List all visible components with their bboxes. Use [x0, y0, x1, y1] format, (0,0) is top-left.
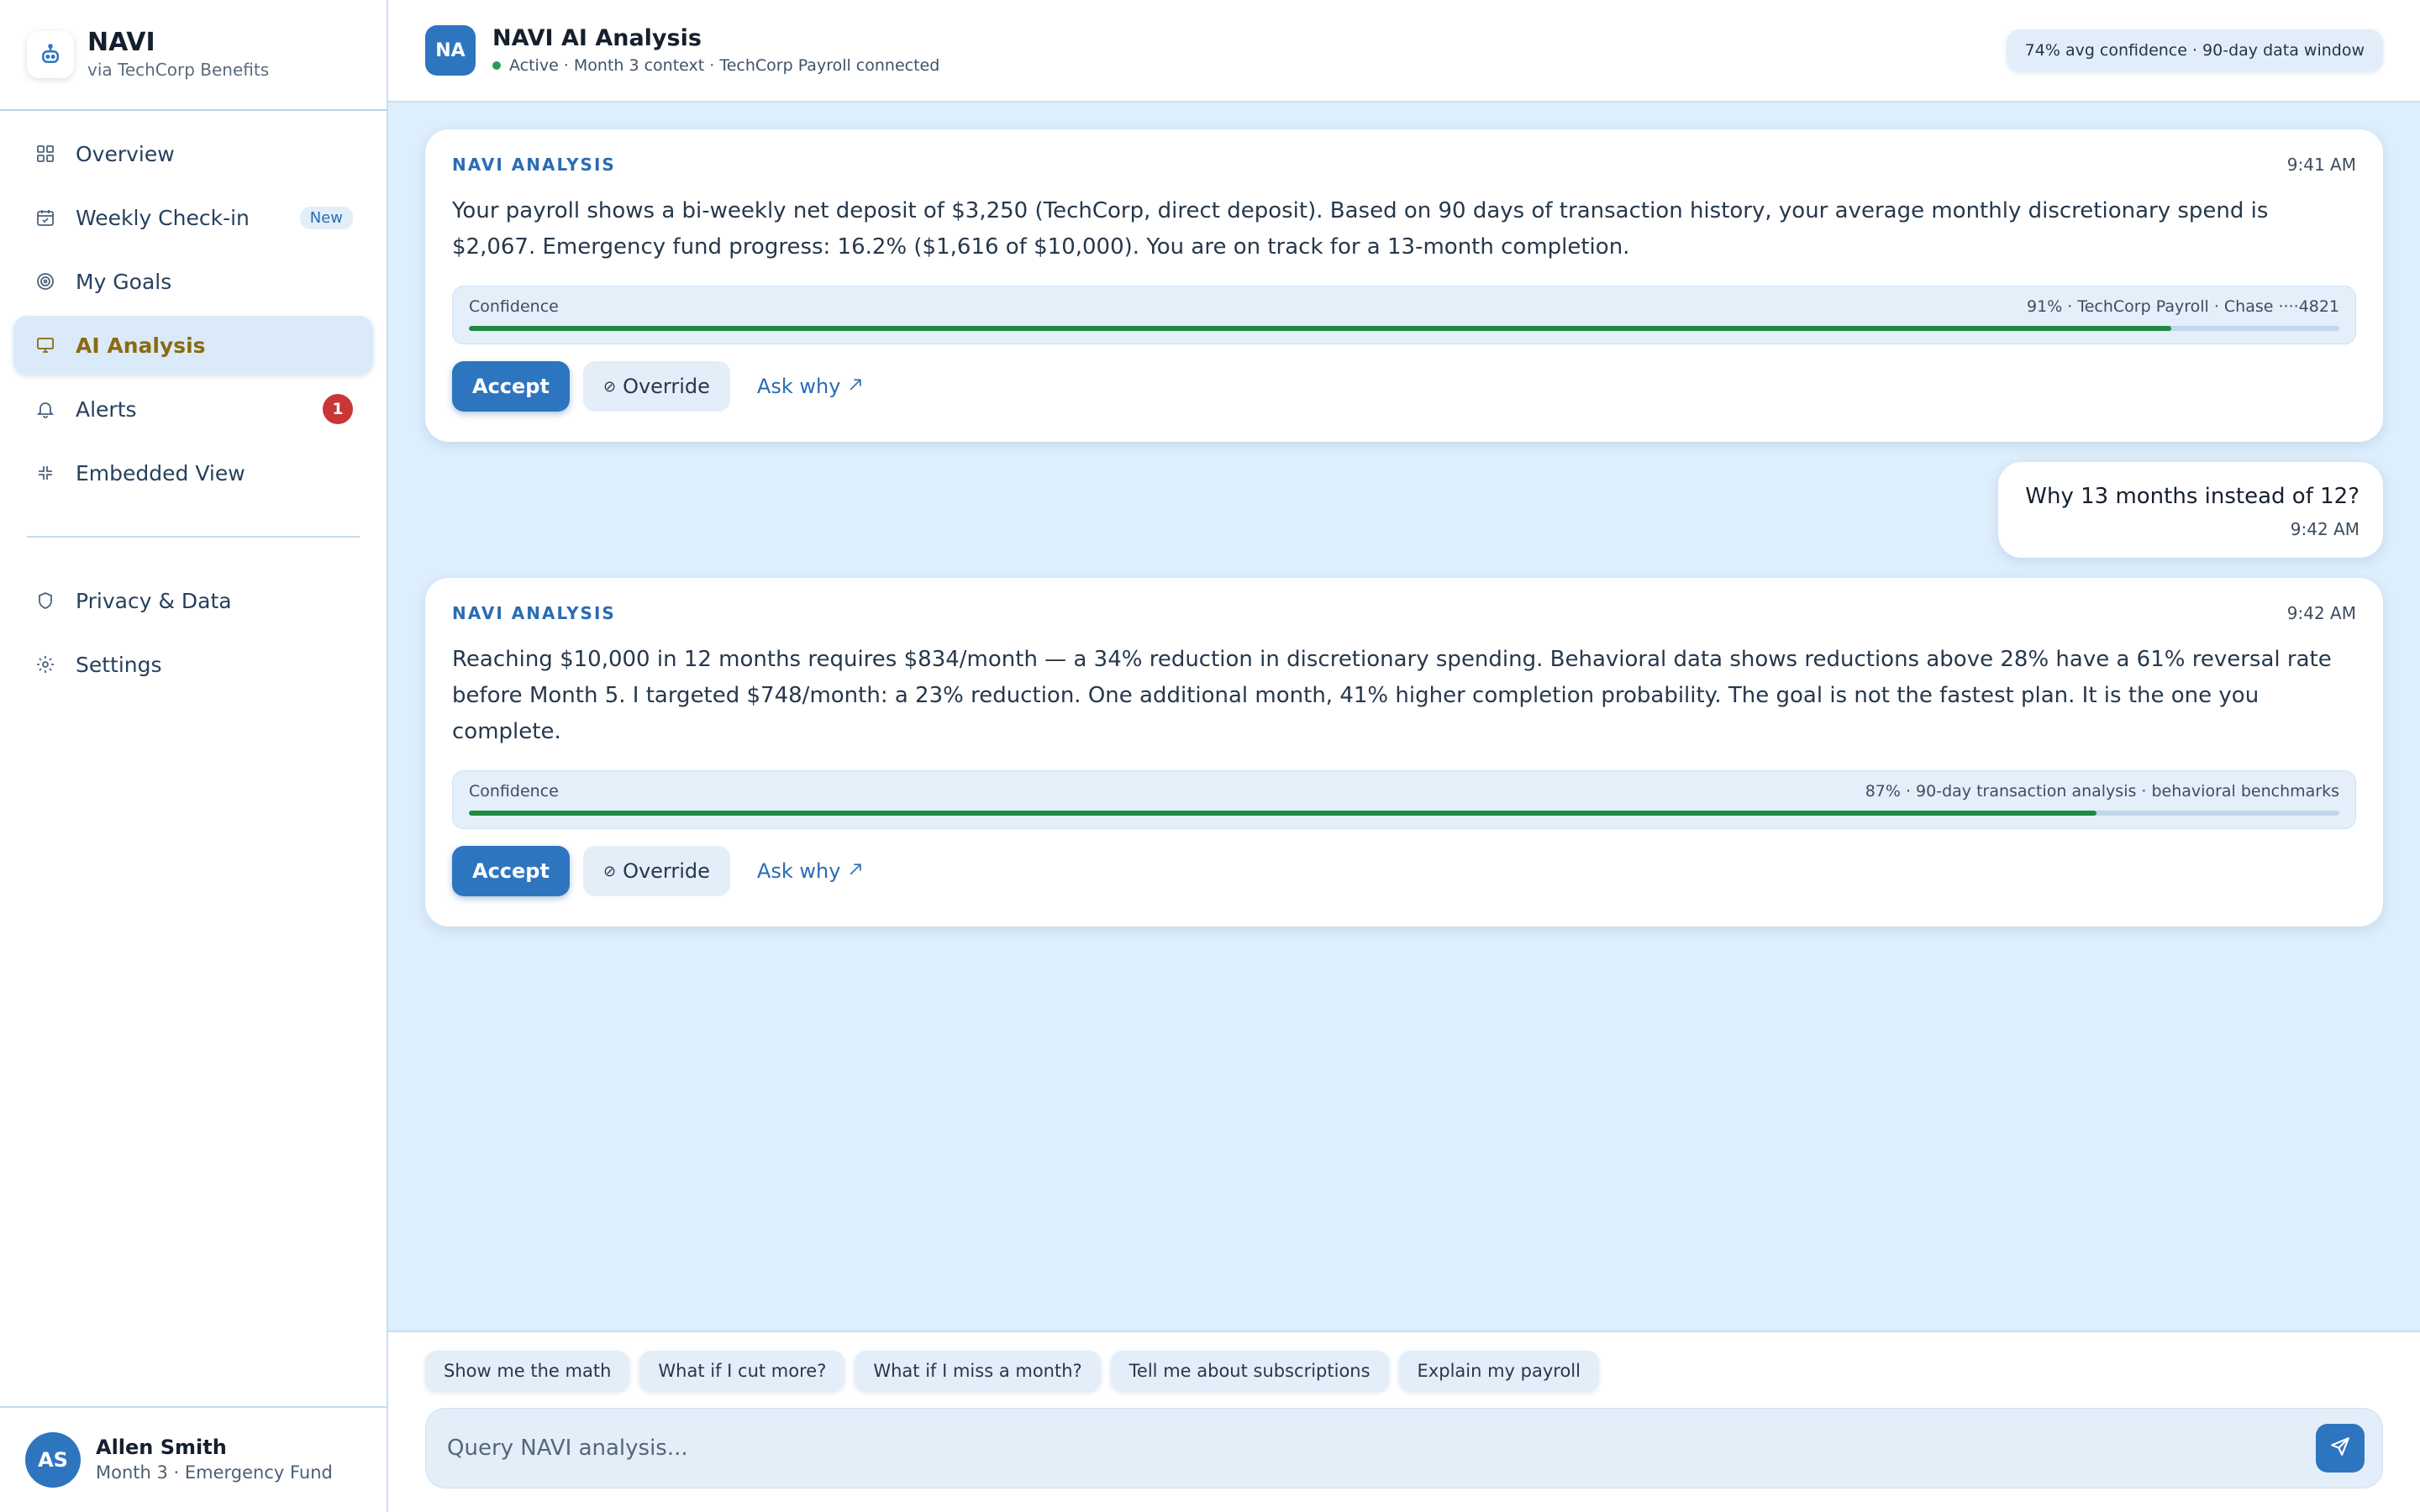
sidebar-item-settings[interactable]: Settings: [13, 635, 373, 694]
page-title: NAVI AI Analysis: [492, 25, 702, 51]
confidence-label: Confidence: [469, 297, 559, 316]
confidence-fill: [469, 811, 2096, 816]
analysis-card: NAVI ANALYSIS 9:42 AM Reaching $10,000 i…: [425, 578, 2383, 927]
override-button[interactable]: ⊘ Override: [582, 361, 730, 412]
status-line: Active · Month 3 context · TechCorp Payr…: [492, 54, 939, 77]
suggestion-chip[interactable]: What if I miss a month?: [855, 1351, 1101, 1391]
brand: NAVI via TechCorp Benefits: [0, 0, 387, 111]
sidebar-item-embedded-view[interactable]: Embedded View: [13, 444, 373, 502]
suggestion-chip[interactable]: Tell me about subscriptions: [1110, 1351, 1389, 1391]
override-label: Override: [623, 859, 710, 883]
override-label: Override: [623, 375, 710, 398]
user-message-row: Why 13 months instead of 12? 9:42 AM: [425, 462, 2383, 558]
composer: Show me the math What if I cut more? Wha…: [388, 1331, 2420, 1512]
avatar: AS: [25, 1432, 81, 1488]
message-body: Your payroll shows a bi-weekly net depos…: [452, 198, 2269, 260]
alert-count-badge: 1: [323, 394, 353, 424]
brand-subtitle: via TechCorp Benefits: [87, 60, 270, 80]
user-message: Why 13 months instead of 12? 9:42 AM: [1998, 462, 2383, 558]
new-badge: New: [299, 206, 353, 229]
confidence-detail: 91% · TechCorp Payroll · Chase ····4821: [2027, 297, 2339, 316]
user-profile[interactable]: AS Allen Smith Month 3 · Emergency Fund: [0, 1406, 387, 1512]
gear-icon: [34, 653, 57, 676]
confidence-fill: [469, 326, 2171, 331]
sidebar-item-label: My Goals: [76, 269, 172, 294]
status-text: Active · Month 3 context · TechCorp Payr…: [509, 56, 940, 75]
send-icon: [2329, 1436, 2351, 1461]
suggestion-chips: Show me the math What if I cut more? Wha…: [425, 1351, 2383, 1391]
confidence-label: Confidence: [469, 782, 559, 801]
sidebar-item-ai-analysis[interactable]: AI Analysis: [13, 316, 373, 375]
sidebar-item-label: Alerts: [76, 396, 137, 422]
query-input-row: [425, 1408, 2383, 1488]
confidence-meter: Confidence 91% · TechCorp Payroll · Chas…: [452, 286, 2356, 344]
user-context: Month 3 · Emergency Fund: [96, 1462, 333, 1483]
confidence-detail: 87% · 90-day transaction analysis · beha…: [1865, 782, 2339, 801]
robot-logo-icon: [27, 31, 74, 78]
message-time: 9:42 AM: [2290, 519, 2360, 539]
sidebar: NAVI via TechCorp Benefits Overview Week…: [0, 0, 388, 1512]
card-label: NAVI ANALYSIS: [452, 603, 616, 623]
sidebar-item-my-goals[interactable]: My Goals: [13, 252, 373, 311]
message-time: 9:42 AM: [2286, 603, 2356, 623]
assistant-avatar: NA: [425, 25, 476, 76]
user-name: Allen Smith: [96, 1436, 227, 1459]
block-icon: ⊘: [602, 862, 617, 880]
status-dot-icon: [492, 61, 501, 70]
sidebar-item-weekly-check-in[interactable]: Weekly Check-in New: [13, 188, 373, 247]
override-button[interactable]: ⊘ Override: [582, 846, 730, 896]
confidence-meter: Confidence 87% · 90-day transaction anal…: [452, 770, 2356, 829]
monitor-icon: [34, 333, 57, 357]
nav-divider: [27, 536, 360, 538]
sidebar-item-label: Settings: [76, 652, 162, 677]
bell-icon: [34, 397, 57, 421]
sidebar-item-overview[interactable]: Overview: [13, 124, 373, 183]
confidence-track: [469, 326, 2339, 331]
suggestion-chip[interactable]: Explain my payroll: [1398, 1351, 1599, 1391]
app-root: NAVI via TechCorp Benefits Overview Week…: [0, 0, 2420, 1512]
main-panel: NA NAVI AI Analysis Active · Month 3 con…: [388, 0, 2420, 1512]
sidebar-item-alerts[interactable]: Alerts 1: [13, 380, 373, 438]
sidebar-item-label: Embedded View: [76, 460, 245, 486]
ask-why-link[interactable]: Ask why: [744, 846, 878, 896]
message-body: Reaching $10,000 in 12 months requires $…: [452, 647, 2332, 744]
confidence-summary-badge: 74% avg confidence · 90-day data window: [2006, 29, 2383, 71]
collapse-icon: [34, 461, 57, 485]
ask-why-link[interactable]: Ask why: [744, 361, 878, 412]
user-message-text: Why 13 months instead of 12?: [2025, 484, 2360, 509]
sidebar-item-label: Privacy & Data: [76, 588, 232, 613]
accept-button[interactable]: Accept: [452, 846, 570, 896]
calendar-icon: [34, 206, 57, 229]
block-icon: ⊘: [602, 377, 617, 396]
send-button[interactable]: [2316, 1424, 2365, 1473]
suggestion-chip[interactable]: What if I cut more?: [639, 1351, 845, 1391]
query-input[interactable]: [447, 1436, 2316, 1461]
arrow-up-right-icon: [847, 375, 864, 398]
target-icon: [34, 270, 57, 293]
sidebar-item-label: AI Analysis: [76, 333, 206, 358]
shield-icon: [34, 589, 57, 612]
chat-thread: NAVI ANALYSIS 9:41 AM Your payroll shows…: [388, 102, 2420, 927]
brand-title: NAVI: [87, 28, 155, 57]
ask-why-label: Ask why: [756, 859, 841, 883]
header: NA NAVI AI Analysis Active · Month 3 con…: [388, 0, 2420, 102]
sidebar-item-privacy-data[interactable]: Privacy & Data: [13, 571, 373, 630]
message-time: 9:41 AM: [2286, 155, 2356, 175]
confidence-track: [469, 811, 2339, 816]
sidebar-item-label: Weekly Check-in: [76, 205, 250, 230]
arrow-up-right-icon: [847, 859, 864, 883]
card-label: NAVI ANALYSIS: [452, 155, 616, 175]
grid-icon: [34, 142, 57, 165]
analysis-card: NAVI ANALYSIS 9:41 AM Your payroll shows…: [425, 129, 2383, 442]
ask-why-label: Ask why: [756, 375, 841, 398]
suggestion-chip[interactable]: Show me the math: [425, 1351, 630, 1391]
accept-button[interactable]: Accept: [452, 361, 570, 412]
sidebar-item-label: Overview: [76, 141, 175, 166]
sidebar-nav: Overview Weekly Check-in New My Goals AI…: [0, 111, 387, 694]
